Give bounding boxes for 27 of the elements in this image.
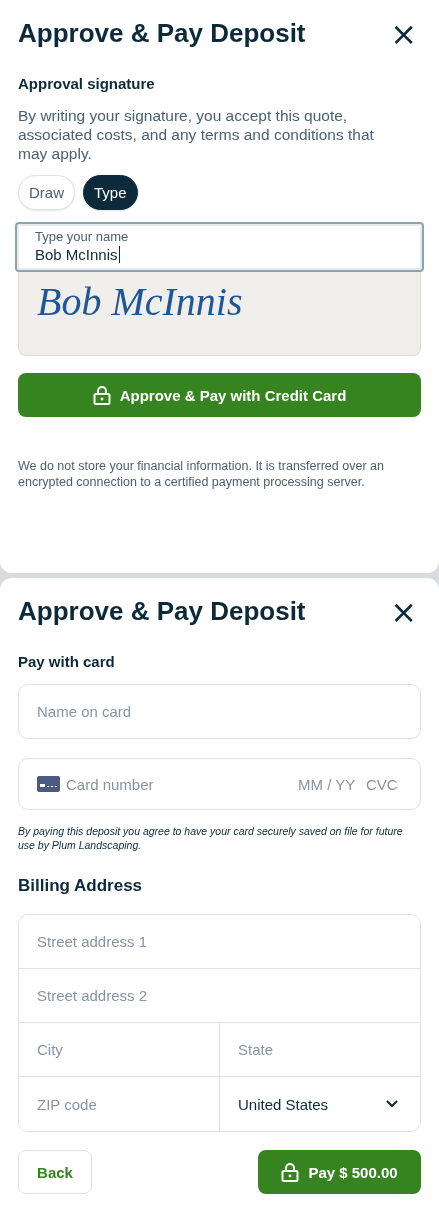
address-field[interactable]: ZIP code xyxy=(19,1077,220,1131)
pay-button[interactable]: Pay $ 500.00 xyxy=(258,1150,421,1194)
address-field[interactable]: City xyxy=(19,1023,220,1077)
lock-icon xyxy=(92,385,111,405)
section-title: Approval signature xyxy=(18,75,156,92)
credit-card-icon xyxy=(37,776,60,792)
close-button[interactable]: × xyxy=(386,597,421,626)
name-on-card-field[interactable]: Name on card xyxy=(18,684,421,739)
field-label: Type your name xyxy=(35,229,130,244)
dialog-title: Approve & Pay Deposit xyxy=(18,18,306,49)
mode-tab[interactable]: Type xyxy=(83,175,138,210)
card-field[interactable]: Card number MM / YY CVC xyxy=(18,758,421,810)
lock-icon xyxy=(281,1162,300,1182)
back-button[interactable]: Back xyxy=(18,1150,92,1194)
dialog-title: Approve & Pay Deposit xyxy=(18,596,306,627)
description-text: By writing your signature, you accept this quote, associated costs, and any terms and conditions that may apply. xyxy=(18,106,375,163)
chevron-down-icon xyxy=(386,1100,398,1108)
section-title: Pay with card xyxy=(18,653,116,670)
mode-tab[interactable]: Draw xyxy=(18,175,75,210)
address-field[interactable]: Street address 1 xyxy=(19,915,420,969)
name-input-field[interactable]: Type your name Bob McInnis xyxy=(15,222,424,272)
signature-text: Bob McInnis xyxy=(37,279,243,324)
close-button[interactable]: × xyxy=(386,19,421,48)
consent-note: By paying this deposit you agree to have your card securely saved on file for future use by Plum Landscaping. xyxy=(18,824,404,852)
section-title: Billing Address xyxy=(18,876,144,896)
approve-button[interactable]: Approve & Pay with Credit Card xyxy=(18,373,421,417)
security-note: We do not store your financial information. It is transferred over an encrypted connection to a certified payment processing server. xyxy=(18,459,385,490)
